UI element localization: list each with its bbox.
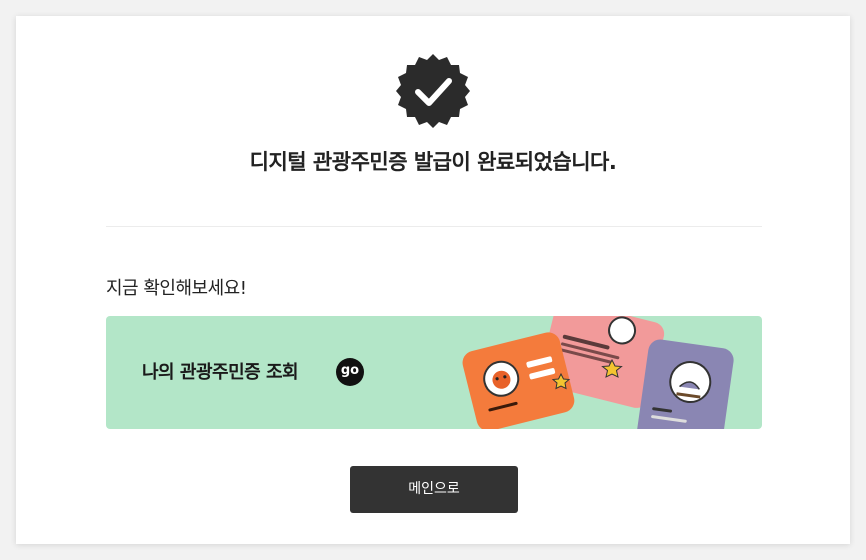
go-to-main-button[interactable]: 메인으로 [350,466,518,513]
check-subtitle: 지금 확인해보세요! [106,278,247,299]
completion-title: 디지털 관광주민증 발급이 완료되었습니다. [249,150,617,174]
resident-cards-illustration [462,316,734,429]
view-resident-card-banner[interactable]: 나의 관광주민증 조회 go [106,316,762,429]
completion-card: 디지털 관광주민증 발급이 완료되었습니다. 지금 확인해보세요! 나의 관광주… [16,16,850,544]
banner-label: 나의 관광주민증 조회 [142,362,299,383]
go-icon: go [336,358,364,386]
divider [106,226,762,227]
check-badge-icon [396,54,470,128]
